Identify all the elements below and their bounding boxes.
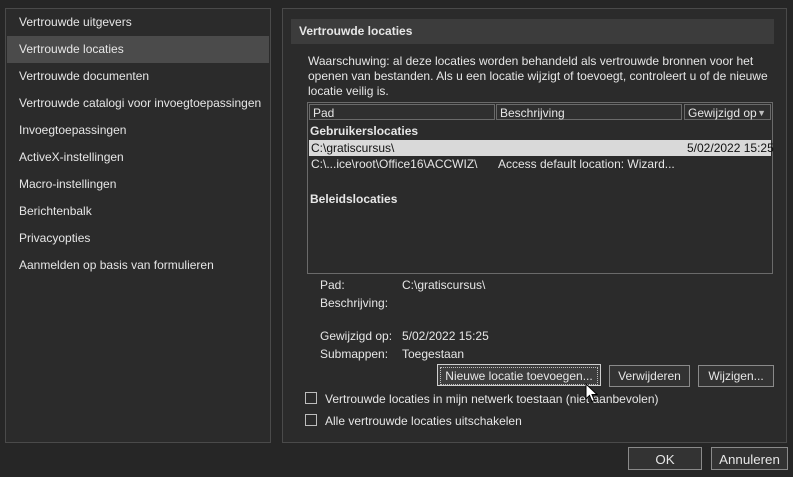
warning-text: Waarschuwing: al deze locaties worden be… (308, 54, 768, 98)
nav-item-activex-settings[interactable]: ActiveX-instellingen (7, 144, 269, 171)
cell-path: C:\gratiscursus\ (311, 141, 395, 155)
group-policy-locations: Beleidslocaties (310, 192, 398, 206)
sort-down-icon: ▼ (757, 108, 766, 118)
nav-item-trusted-locations[interactable]: Vertrouwde locaties (7, 36, 269, 63)
remove-button[interactable]: Verwijderen (609, 365, 690, 387)
detail-subfolders-label: Submappen: (320, 347, 389, 361)
cell-modified: 5/02/2022 15:25 (687, 141, 774, 155)
group-user-locations: Gebruikerslocaties (310, 124, 419, 138)
detail-description-label: Beschrijving: (320, 296, 389, 310)
detail-path-value: C:\gratiscursus\ (402, 278, 486, 292)
cell-description: Access default location: Wizard... (498, 157, 675, 171)
settings-nav-panel: Vertrouwde uitgevers Vertrouwde locaties… (5, 8, 271, 443)
modify-button[interactable]: Wijzigen... (698, 365, 774, 387)
nav-item-message-bar[interactable]: Berichtenbalk (7, 198, 269, 225)
column-header-path-label: Pad (313, 106, 335, 120)
ok-button[interactable]: OK (628, 447, 702, 470)
detail-modified-value: 5/02/2022 15:25 (402, 329, 489, 343)
table-row[interactable]: C:\gratiscursus\ 5/02/2022 15:25 (309, 140, 774, 156)
column-header-description[interactable]: Beschrijving (496, 104, 682, 120)
detail-modified-label: Gewijzigd op: (320, 329, 393, 343)
section-title: Vertrouwde locaties (291, 19, 774, 44)
table-header: Pad Beschrijving Gewijzigd op ▼ (308, 103, 772, 121)
mouse-pointer-icon (585, 383, 599, 403)
column-header-modified[interactable]: Gewijzigd op ▼ (684, 104, 771, 120)
table-row[interactable]: C:\...ice\root\Office16\ACCWIZ\ Access d… (309, 156, 771, 172)
add-location-button-label: Nieuwe locatie toevoegen... (440, 367, 598, 385)
trusted-locations-panel: Vertrouwde locaties Waarschuwing: al dez… (282, 8, 787, 443)
column-header-description-label: Beschrijving (500, 106, 565, 120)
column-header-path[interactable]: Pad (309, 104, 495, 120)
detail-path-label: Pad: (320, 278, 345, 292)
nav-item-form-based-signin[interactable]: Aanmelden op basis van formulieren (7, 252, 269, 279)
nav-item-privacy-options[interactable]: Privacyopties (7, 225, 269, 252)
allow-network-locations-checkbox[interactable] (305, 392, 317, 404)
disable-all-locations-label: Alle vertrouwde locaties uitschakelen (325, 414, 522, 428)
locations-table[interactable]: Pad Beschrijving Gewijzigd op ▼ Gebruiker… (307, 102, 774, 274)
add-location-button[interactable]: Nieuwe locatie toevoegen... (437, 364, 601, 386)
detail-subfolders-value: Toegestaan (402, 347, 465, 361)
cell-path: C:\...ice\root\Office16\ACCWIZ\ (311, 157, 478, 171)
allow-network-locations-label: Vertrouwde locaties in mijn netwerk toes… (325, 392, 659, 406)
nav-item-trusted-documents[interactable]: Vertrouwde documenten (7, 63, 269, 90)
nav-item-addins[interactable]: Invoegtoepassingen (7, 117, 269, 144)
nav-item-trusted-addin-catalogs[interactable]: Vertrouwde catalogi voor invoegtoepassin… (7, 90, 269, 117)
cancel-button[interactable]: Annuleren (711, 447, 788, 470)
nav-item-trusted-publishers[interactable]: Vertrouwde uitgevers (7, 9, 269, 36)
disable-all-locations-checkbox[interactable] (305, 414, 317, 426)
column-header-modified-label: Gewijzigd op (688, 106, 757, 120)
nav-item-macro-settings[interactable]: Macro-instellingen (7, 171, 269, 198)
